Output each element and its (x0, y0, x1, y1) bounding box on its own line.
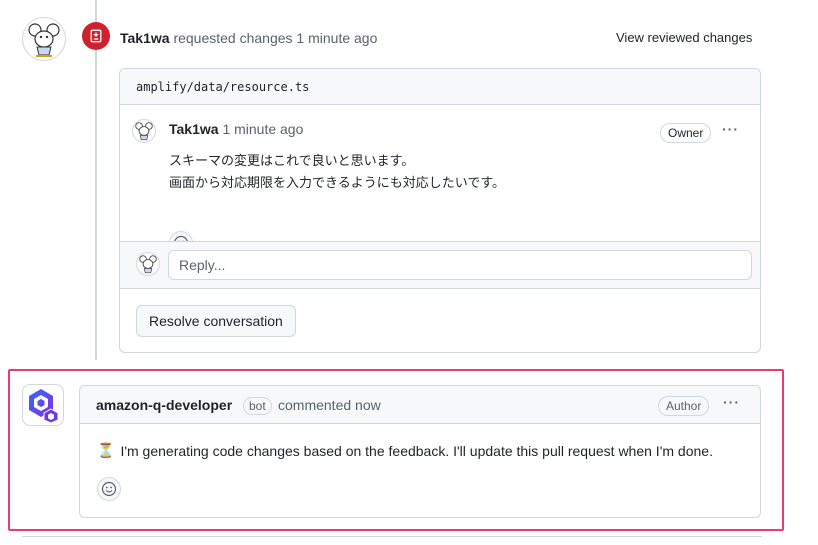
review-thread: amplify/data/resource.ts Tak1wa 1 minute… (119, 68, 761, 353)
timeline-line (95, 0, 97, 360)
bot-tag: bot (243, 397, 272, 415)
review-comment: Tak1wa 1 minute ago Owner ··· スキーマの変更はこれ… (120, 105, 760, 255)
changes-requested-badge (82, 22, 110, 50)
mouse-avatar-icon (28, 23, 60, 57)
mouse-avatar-icon (135, 122, 153, 141)
bot-author[interactable]: amazon-q-developer (96, 397, 232, 413)
bot-comment-time[interactable]: commented now (278, 397, 381, 413)
reply-avatar (136, 252, 160, 276)
bot-comment-menu-icon[interactable]: ··· (723, 394, 740, 410)
amazon-q-logo-icon (29, 389, 59, 423)
review-header: Tak1wa requested changes 1 minute ago (120, 30, 377, 46)
divider (22, 536, 762, 537)
review-action: requested changes (173, 30, 293, 46)
file-diff-icon (90, 29, 102, 43)
bot-comment: amazon-q-developer bot commented now Aut… (79, 385, 761, 518)
comment-menu-icon[interactable]: ··· (722, 121, 739, 137)
comment-avatar[interactable] (132, 119, 156, 143)
comment-line: スキーマの変更はこれで良いと思います。 (169, 153, 415, 168)
reply-input[interactable]: Reply... (168, 250, 752, 280)
bot-comment-text: I'm generating code changes based on the… (120, 442, 713, 459)
hourglass-icon: ⏳ (97, 442, 115, 458)
reviewer-avatar[interactable] (22, 17, 66, 61)
review-time[interactable]: 1 minute ago (296, 30, 377, 46)
view-reviewed-changes-link[interactable]: View reviewed changes (616, 30, 752, 45)
author-badge: Author (658, 396, 710, 416)
resolve-conversation-button[interactable]: Resolve conversation (136, 305, 296, 337)
comment-line: 画面から対応期限を入力できるようにも対応したいです。 (169, 175, 506, 190)
bot-avatar[interactable] (22, 384, 64, 426)
comment-body: スキーマの変更はこれで良いと思います。 画面から対応期限を入力できるようにも対応… (169, 150, 505, 194)
owner-badge: Owner (660, 123, 712, 143)
comment-author[interactable]: Tak1wa (169, 121, 219, 137)
mouse-avatar-icon (139, 255, 157, 274)
reply-row: Reply... (120, 241, 760, 289)
smiley-icon (101, 481, 117, 497)
add-reaction-button[interactable] (97, 477, 121, 501)
bot-comment-header: amazon-q-developer bot commented now Aut… (80, 386, 760, 424)
file-path[interactable]: amplify/data/resource.ts (120, 69, 760, 105)
bot-comment-body: ⏳ I'm generating code changes based on t… (97, 442, 713, 459)
comment-meta: Tak1wa 1 minute ago (169, 121, 303, 137)
comment-time[interactable]: 1 minute ago (222, 121, 303, 137)
review-author[interactable]: Tak1wa (120, 30, 170, 46)
